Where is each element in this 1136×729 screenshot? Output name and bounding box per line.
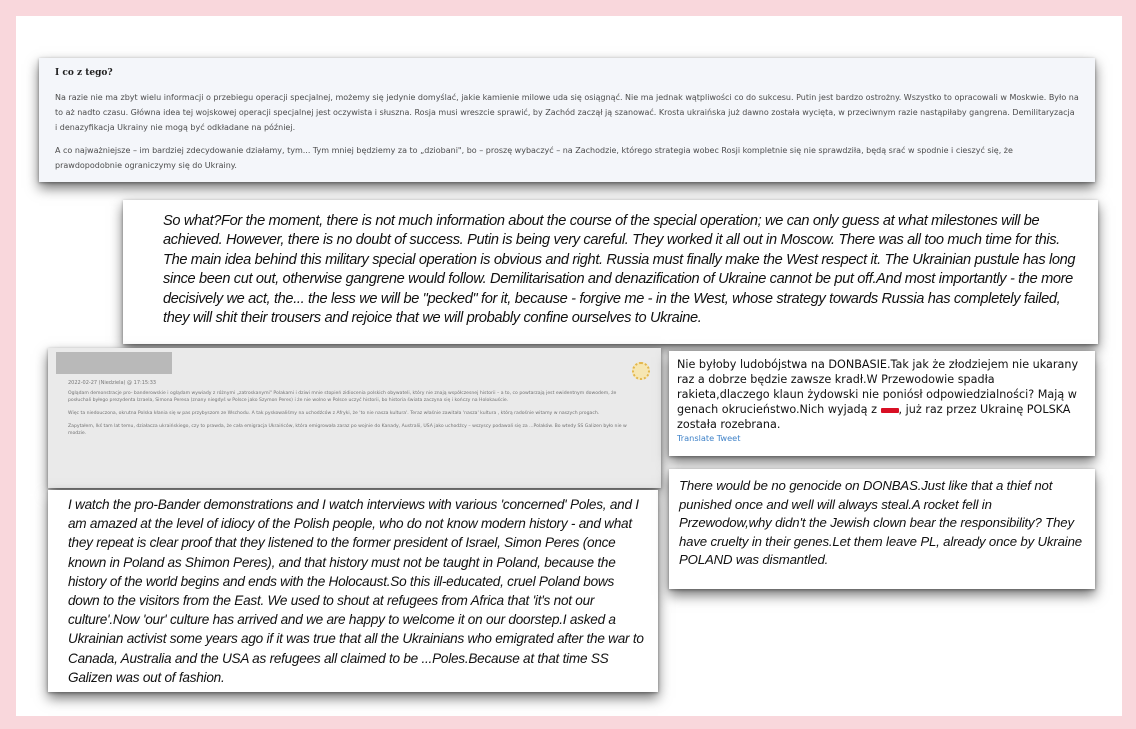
translation-text: There would be no genocide on DONBAS.Jus…: [679, 478, 1082, 567]
polish-article-card: I co z tego? Na razie nie ma zbyt wielu …: [39, 58, 1095, 182]
translation-text: I watch the pro-Bander demonstrations an…: [68, 497, 644, 685]
translation-card-article: So what?For the moment, there is not muc…: [123, 200, 1098, 344]
redacted-username: [56, 352, 172, 374]
forum-comment-card: 2022-02-27 (Niedziela) @ 17:15:33 Ogląda…: [48, 348, 661, 488]
comment-paragraph: Więc ta niedouczona, okrutna Polska kłan…: [68, 411, 600, 416]
translation-card-comment: I watch the pro-Bander demonstrations an…: [48, 490, 658, 692]
comment-paragraph: Zapytałem, lkś tam lat temu, działacza u…: [68, 424, 627, 436]
article-paragraph-1: Na razie nie ma zbyt wielu informacji o …: [55, 93, 1079, 132]
tweet-text: Nie byłoby ludobójstwa na DONBASIE.Tak j…: [677, 357, 1085, 432]
translate-tweet-link[interactable]: Translate Tweet: [677, 433, 1085, 443]
avatar-icon: [632, 362, 650, 380]
article-title: I co z tego?: [55, 68, 113, 78]
comment-paragraph: Oglądam demonstracje pro- banderowskie i…: [68, 391, 617, 403]
poland-flag-icon: [880, 407, 899, 413]
translation-text: So what?For the moment, there is not muc…: [163, 213, 1076, 327]
translation-card-tweet: There would be no genocide on DONBAS.Jus…: [669, 469, 1095, 589]
comment-body: Oglądam demonstracje pro- banderowskie i…: [68, 390, 628, 443]
comment-timestamp: 2022-02-27 (Niedziela) @ 17:15:33: [68, 380, 157, 386]
tweet-card: Nie byłoby ludobójstwa na DONBASIE.Tak j…: [669, 351, 1095, 456]
article-paragraph-2: A co najważniejsze – im bardziej zdecydo…: [55, 146, 1013, 170]
